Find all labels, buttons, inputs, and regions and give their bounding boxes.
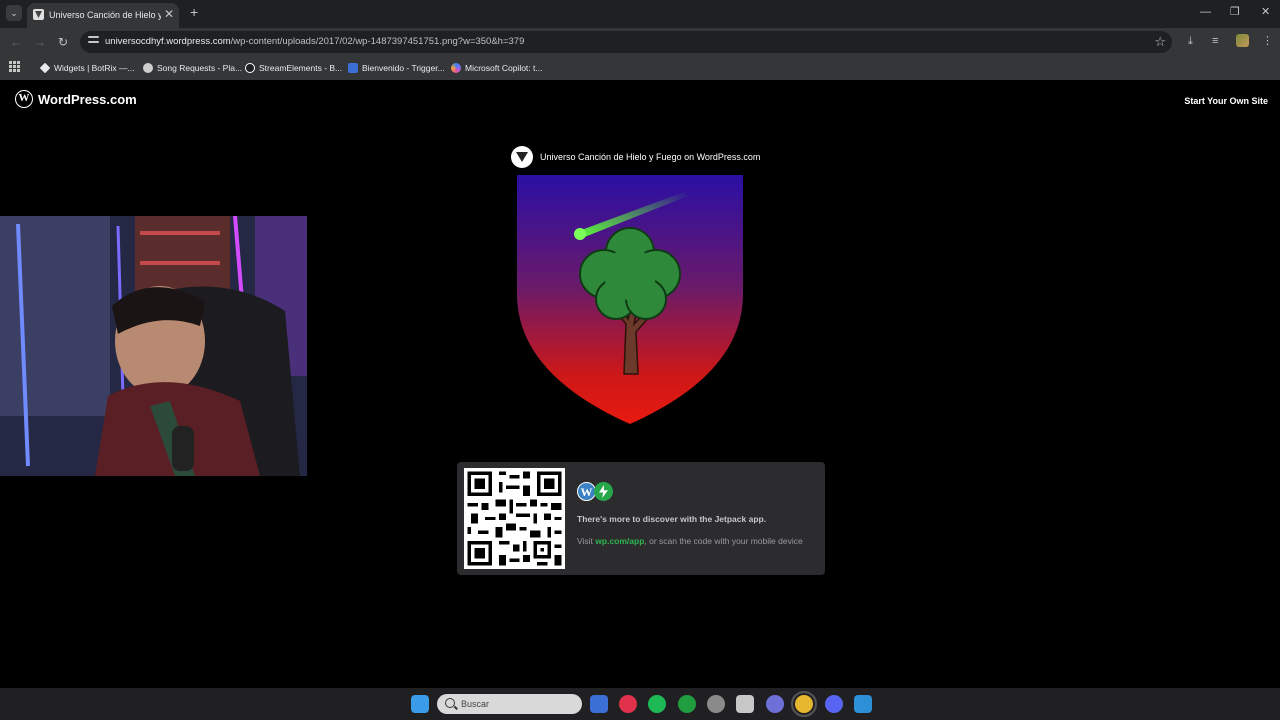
discord-icon[interactable] xyxy=(825,695,843,713)
bookmark-star-icon[interactable]: ☆ xyxy=(1154,34,1166,50)
url-text[interactable]: universocdhyf.wordpress.com/wp-content/u… xyxy=(105,36,524,47)
trigger-icon xyxy=(348,63,358,73)
reload-icon[interactable]: ↻ xyxy=(58,35,68,49)
menu-kebab-icon[interactable]: ⋮ xyxy=(1262,35,1273,47)
tab-strip: ⌄ Universo Canción de Hielo y Fuego ✕ + … xyxy=(0,0,1280,28)
media-control-icon[interactable]: ≡ xyxy=(1212,35,1218,47)
taskbar-search-placeholder: Buscar xyxy=(461,699,490,709)
xbox-icon[interactable] xyxy=(678,695,696,713)
bookmark-item[interactable]: StreamElements - B... xyxy=(245,61,342,75)
bookmark-item[interactable]: Widgets | BotRix —... xyxy=(39,61,135,75)
search-icon xyxy=(445,698,455,708)
download-icon[interactable]: ⤓ xyxy=(1188,35,1193,47)
notes-app-icon[interactable] xyxy=(590,695,608,713)
qr-code-image xyxy=(464,468,565,569)
clock-app-icon[interactable] xyxy=(707,695,725,713)
wordpress-icon: W xyxy=(15,90,33,108)
copilot-icon xyxy=(451,63,461,73)
start-your-own-site-link[interactable]: Start Your Own Site xyxy=(1184,96,1268,106)
site-avatar xyxy=(511,146,533,168)
jetpack-app-icons: W xyxy=(577,482,613,501)
back-icon[interactable]: ← xyxy=(10,35,22,49)
forward-icon[interactable]: → xyxy=(34,35,46,49)
tab-search-button[interactable]: ⌄ xyxy=(6,5,22,21)
taskbar-search[interactable]: Buscar xyxy=(437,694,582,714)
site-favicon-icon xyxy=(33,9,44,20)
diamond-icon xyxy=(39,62,51,74)
tab-close-icon[interactable]: ✕ xyxy=(164,8,174,20)
minimize-icon[interactable]: — xyxy=(1200,6,1211,18)
coat-of-arms-image xyxy=(517,175,743,424)
site-credit-text: Universo Canción de Hielo y Fuego on Wor… xyxy=(540,152,761,162)
browser-toolbar: ← → ↻ universocdhyf.wordpress.com/wp-con… xyxy=(0,28,1280,56)
wordpress-logo[interactable]: W WordPress.com xyxy=(15,90,137,108)
streamelements-icon xyxy=(245,63,255,73)
gear-app-icon[interactable] xyxy=(766,695,784,713)
webcam-overlay xyxy=(0,216,307,476)
jetpack-app-link[interactable]: wp.com/app xyxy=(595,536,644,546)
bookmark-label: Bienvenido - Trigger... xyxy=(362,63,445,73)
windows-taskbar: Buscar xyxy=(0,688,1280,720)
bookmark-label: StreamElements - B... xyxy=(259,63,343,73)
close-window-icon[interactable]: ✕ xyxy=(1261,6,1270,18)
bookmark-label: Microsoft Copilot: t... xyxy=(465,63,543,73)
spotify-icon[interactable] xyxy=(648,695,666,713)
bookmark-item[interactable]: Song Requests - Pla... xyxy=(143,61,242,75)
chrome-icon[interactable] xyxy=(791,691,817,717)
pinterest-icon[interactable] xyxy=(619,695,637,713)
windows-start-icon[interactable] xyxy=(411,695,429,713)
tab-title: Universo Canción de Hielo y Fuego xyxy=(49,10,161,20)
bookmark-label: Song Requests - Pla... xyxy=(157,63,243,73)
wordpress-brand: WordPress.com xyxy=(38,91,137,107)
jetpack-bolt-icon xyxy=(594,482,613,501)
new-tab-button[interactable]: + xyxy=(190,5,198,19)
jetpack-promo-card: W There's more to discover with the Jetp… xyxy=(457,462,825,575)
site-credit[interactable]: Universo Canción de Hielo y Fuego on Wor… xyxy=(511,146,760,168)
jetpack-body: Visit wp.com/app, or scan the code with … xyxy=(577,536,803,546)
bookmarks-bar: Widgets | BotRix —... Song Requests - Pl… xyxy=(0,56,1280,80)
bookmark-item[interactable]: Microsoft Copilot: t... xyxy=(451,61,542,75)
apps-grid-icon[interactable] xyxy=(9,61,20,72)
extension-icon[interactable] xyxy=(1236,34,1249,47)
address-bar[interactable]: universocdhyf.wordpress.com/wp-content/u… xyxy=(80,31,1172,53)
restore-icon[interactable]: ❐ xyxy=(1230,6,1240,18)
bookmark-item[interactable]: Bienvenido - Trigger... xyxy=(348,61,445,75)
bookmark-label: Widgets | BotRix —... xyxy=(54,63,135,73)
site-info-icon[interactable] xyxy=(88,36,99,47)
headset-icon xyxy=(143,63,153,73)
editor-app-icon[interactable] xyxy=(736,695,754,713)
active-tab[interactable]: Universo Canción de Hielo y Fuego ✕ xyxy=(27,3,179,28)
jetpack-headline: There's more to discover with the Jetpac… xyxy=(577,514,767,524)
photos-app-icon[interactable] xyxy=(854,695,872,713)
